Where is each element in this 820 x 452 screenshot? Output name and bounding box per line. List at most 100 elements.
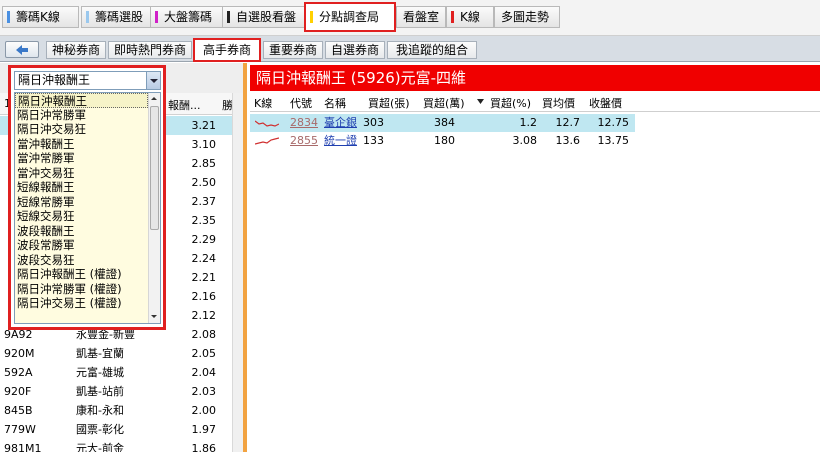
category-option[interactable]: 當沖交易狂 (15, 166, 148, 181)
tab-multi-chart[interactable]: 多圖走勢 (494, 6, 560, 28)
tab-chip-stock-picker[interactable]: 籌碼選股 (81, 6, 158, 28)
detail-row[interactable]: 2855 統一證 133 180 3.08 13.6 13.75 (250, 132, 635, 150)
return-value: 2.03 (191, 385, 217, 398)
return-value: 2.35 (191, 214, 217, 227)
scroll-up-icon[interactable] (149, 93, 160, 105)
subtab-tracked-group[interactable]: 我追蹤的組合 (387, 41, 477, 59)
back-button[interactable] (5, 41, 39, 58)
category-option[interactable]: 隔日沖交易王 (權證) (15, 296, 148, 311)
buy-pct: 3.08 (512, 134, 538, 147)
category-option[interactable]: 隔日沖常勝軍 (15, 108, 148, 123)
col-header-avg-price[interactable]: 買均價 (542, 95, 575, 111)
return-value: 2.08 (191, 328, 217, 341)
buy-pct: 1.2 (519, 116, 538, 129)
broker-name: 國票-彰化 (76, 423, 124, 436)
category-option[interactable]: 當沖報酬王 (15, 137, 148, 152)
category-option[interactable]: 短線常勝軍 (15, 195, 148, 210)
chevron-down-icon[interactable] (146, 72, 160, 89)
subtab-expert-broker[interactable]: 高手券商 (193, 38, 261, 62)
ranking-row[interactable]: 920M 凱基-宜蘭 2.05 (0, 344, 244, 363)
tab-branch-investigation[interactable]: 分點調查局 (304, 2, 396, 32)
col-header-code[interactable]: 代號 (290, 95, 312, 111)
return-value: 2.00 (191, 404, 217, 417)
return-value: 1.86 (191, 442, 217, 452)
tab-k-line[interactable]: K線 (446, 6, 494, 28)
col-header-close-price[interactable]: 收盤價 (589, 95, 622, 111)
stock-code-link[interactable]: 2834 (290, 114, 318, 132)
category-option[interactable]: 隔日沖報酬王 (權證) (15, 267, 148, 282)
return-value: 3.10 (191, 138, 217, 151)
panel-splitter[interactable] (243, 63, 247, 452)
category-dropdown: 隔日沖報酬王 隔日沖報酬王 隔日沖常勝軍 隔日沖交易狂 當沖報酬王 當沖常勝軍 … (8, 65, 166, 330)
close-price: 13.75 (597, 134, 630, 147)
tab-color-marker (310, 11, 313, 23)
category-option[interactable]: 隔日沖常勝軍 (權證) (15, 282, 148, 297)
mini-kline-icon[interactable] (255, 118, 279, 128)
return-value: 2.21 (191, 271, 217, 284)
return-value: 2.85 (191, 157, 217, 170)
back-arrow-icon (16, 45, 28, 55)
broker-code: 920M (4, 347, 35, 360)
category-option[interactable]: 波段報酬王 (15, 224, 148, 239)
category-option[interactable]: 隔日沖報酬王 (15, 93, 148, 108)
sub-tab-bar: 神秘券商 即時熱門券商 高手券商 重要券商 自選券商 我追蹤的組合 (0, 36, 820, 62)
category-select[interactable]: 隔日沖報酬王 (14, 71, 161, 90)
detail-row[interactable]: 2834 臺企銀 303 384 1.2 12.7 12.75 (250, 114, 635, 132)
stock-code-link[interactable]: 2855 (290, 132, 318, 150)
col-header-kline[interactable]: K線 (254, 95, 272, 111)
category-option[interactable]: 隔日沖交易狂 (15, 122, 148, 137)
col-header-win-rate[interactable]: 勝率 (222, 97, 232, 113)
dropdown-scrollbar[interactable] (148, 93, 160, 323)
tab-chip-k-line[interactable]: 籌碼K線 (2, 6, 79, 28)
subtab-mystery-broker[interactable]: 神秘券商 (46, 41, 106, 59)
ranking-row[interactable]: 920F 凱基-站前 2.03 (0, 382, 244, 401)
tab-label: 大盤籌碼 (164, 10, 213, 24)
subtab-hot-broker[interactable]: 即時熱門券商 (108, 41, 192, 59)
tab-trading-room[interactable]: 看盤室 (396, 6, 446, 28)
tab-color-marker (451, 11, 454, 23)
tab-label: 分點調查局 (319, 10, 380, 24)
detail-column-headers: K線 代號 名稱 買超(張) 買超(萬) 買超(%) 買均價 收盤價 (250, 92, 820, 112)
return-value: 2.29 (191, 233, 217, 246)
ranking-row[interactable]: 779W 國票-彰化 1.97 (0, 420, 244, 439)
col-header-buy-lots[interactable]: 買超(張) (368, 95, 410, 111)
tab-label: 籌碼K線 (16, 10, 60, 24)
return-value: 2.16 (191, 290, 217, 303)
category-option[interactable]: 波段交易狂 (15, 253, 148, 268)
tab-market-chip[interactable]: 大盤籌碼 (150, 6, 227, 28)
category-option[interactable]: 波段常勝軍 (15, 238, 148, 253)
broker-code: 981M1 (4, 442, 42, 452)
category-option[interactable]: 短線交易狂 (15, 209, 148, 224)
tab-watchlist[interactable]: 自選股看盤 (222, 6, 305, 28)
stock-name-link[interactable]: 統一證 (324, 132, 357, 150)
tab-color-marker (155, 11, 158, 23)
sort-desc-icon[interactable] (477, 99, 484, 104)
tab-label: 多圖走勢 (501, 10, 550, 24)
category-option[interactable]: 短線報酬王 (15, 180, 148, 195)
col-header-buy-amount[interactable]: 買超(萬) (423, 95, 465, 111)
app-window: 籌碼K線 籌碼選股 大盤籌碼 自選股看盤 分點調查局 看盤室 K線 多圖走勢 神… (0, 0, 820, 452)
close-price: 12.75 (597, 116, 630, 129)
col-header-name[interactable]: 名稱 (324, 95, 346, 111)
col-header-return[interactable]: 報酬... (168, 97, 201, 113)
broker-code: 845B (4, 404, 33, 417)
scroll-down-icon[interactable] (149, 311, 160, 323)
ranking-row[interactable]: 592A 元富-雄城 2.04 (0, 363, 244, 382)
return-value: 2.12 (191, 309, 217, 322)
subtab-custom-broker[interactable]: 自選券商 (325, 41, 385, 59)
tab-label: 看盤室 (403, 10, 440, 24)
ranking-row[interactable]: 845B 康和-永和 2.00 (0, 401, 244, 420)
scroll-thumb[interactable] (150, 106, 159, 230)
avg-price: 12.7 (555, 116, 581, 129)
subtab-important-broker[interactable]: 重要券商 (263, 41, 323, 59)
avg-price: 13.6 (555, 134, 581, 147)
tab-label: K線 (460, 10, 480, 24)
stock-name-link[interactable]: 臺企銀 (324, 114, 357, 132)
col-header-buy-pct[interactable]: 買超(%) (490, 95, 531, 111)
mini-kline-icon[interactable] (255, 136, 279, 146)
buy-amount: 384 (434, 116, 455, 129)
ranking-row[interactable]: 981M1 元大-前金 1.86 (0, 439, 244, 452)
return-value: 2.37 (191, 195, 217, 208)
broker-code: 592A (4, 366, 33, 379)
category-option[interactable]: 當沖常勝軍 (15, 151, 148, 166)
